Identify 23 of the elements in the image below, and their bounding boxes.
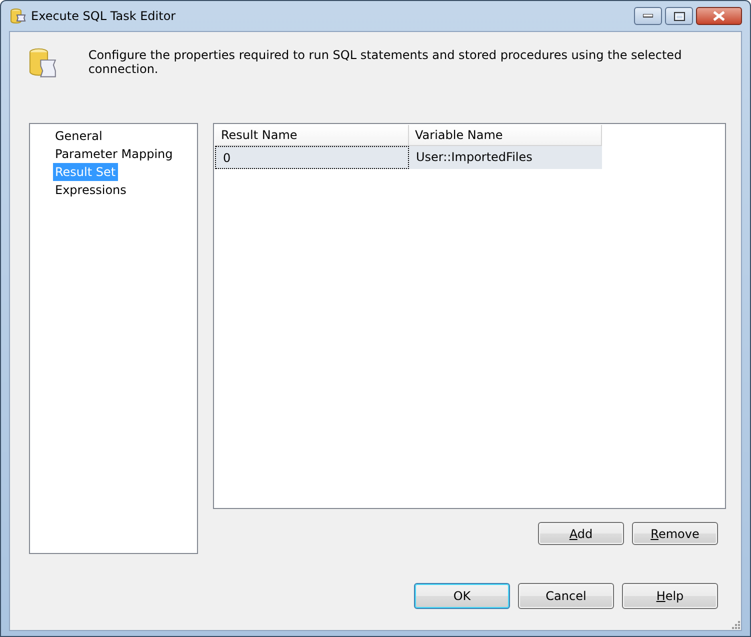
table-cell[interactable]: User::ImportedFiles [409, 146, 602, 169]
window-title: Execute SQL Task Editor [31, 9, 176, 23]
cancel-button[interactable]: Cancel [518, 583, 614, 609]
page-list-item[interactable]: General [53, 127, 104, 145]
maximize-icon [674, 12, 684, 20]
add-button[interactable]: Add [538, 522, 624, 545]
close-button[interactable] [696, 7, 742, 25]
page-list-item[interactable]: Expressions [53, 181, 128, 199]
task-icon [9, 7, 27, 25]
minimize-icon [643, 14, 653, 18]
table-cell[interactable]: 0 [215, 146, 409, 169]
minimize-button[interactable] [634, 7, 662, 25]
column-header[interactable]: Result Name [215, 125, 409, 146]
description-text: Configure the properties required to run SQL statements and stored procedures using the selected connection. [88, 48, 683, 78]
page-list-item[interactable]: Parameter Mapping [53, 145, 175, 163]
maximize-button[interactable] [665, 7, 693, 25]
task-icon [27, 46, 58, 80]
column-header[interactable]: Variable Name [409, 125, 602, 146]
help-button[interactable]: Help [622, 583, 718, 609]
ok-button[interactable]: OK [414, 583, 510, 609]
remove-button[interactable]: Remove [632, 522, 718, 545]
resize-grip-icon [730, 619, 740, 629]
close-icon [713, 11, 725, 21]
